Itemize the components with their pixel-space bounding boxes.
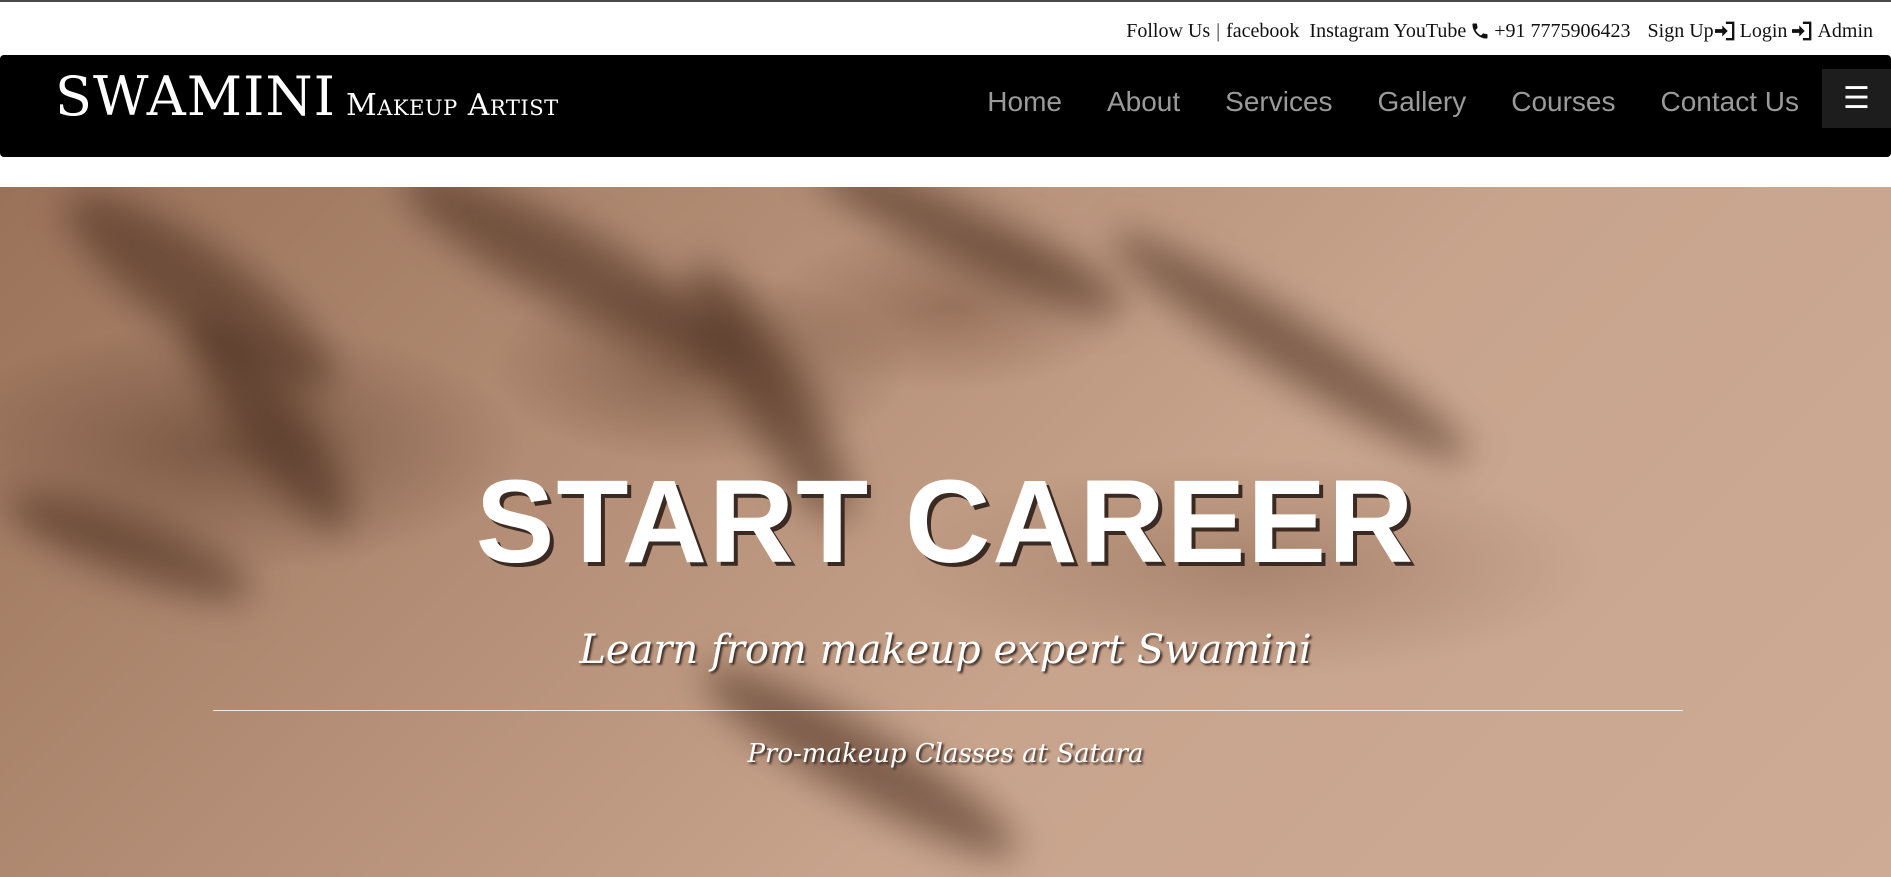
leaf-shadow [803, 187, 1137, 337]
follow-us-label: Follow Us [1126, 19, 1211, 42]
hero-banner: START CAREER Learn from makeup expert Sw… [0, 187, 1891, 877]
brand-tagline: Makeup Artist [346, 88, 559, 123]
facebook-link[interactable]: facebook [1226, 20, 1299, 43]
hero-tagline: Pro-makeup Classes at Satara [747, 739, 1144, 769]
separator: | [1216, 19, 1221, 42]
brand-logo[interactable]: SWAMINI Makeup Artist [55, 65, 559, 128]
sign-in-icon[interactable] [1714, 21, 1736, 41]
hamburger-icon[interactable]: ☰ [1822, 69, 1891, 128]
sign-in-icon[interactable] [1791, 21, 1813, 41]
hero-title: START CAREER [475, 456, 1416, 588]
admin-link[interactable]: Admin [1817, 20, 1873, 43]
hero-divider [213, 710, 1683, 711]
leaf-shadow [43, 187, 357, 421]
nav-item-services[interactable]: Services [1225, 86, 1332, 118]
top-border [0, 0, 1891, 2]
leaf-shadow [1096, 210, 1484, 484]
nav-item-home[interactable]: Home [987, 86, 1062, 118]
nav-item-gallery[interactable]: Gallery [1378, 86, 1467, 118]
instagram-link[interactable]: Instagram [1309, 20, 1389, 43]
signup-link[interactable]: Sign Up [1648, 20, 1714, 43]
hero-subtitle: Learn from makeup expert Swamini [579, 627, 1312, 673]
main-navbar: SWAMINI Makeup Artist Home About Services… [0, 55, 1891, 157]
nav-item-about[interactable]: About [1107, 86, 1180, 118]
youtube-link[interactable]: YouTube [1393, 20, 1466, 43]
phone-icon [1470, 21, 1490, 41]
nav-item-courses[interactable]: Courses [1511, 86, 1615, 118]
login-link[interactable]: Login [1740, 20, 1788, 43]
phone-number[interactable]: +91 7775906423 [1494, 20, 1630, 43]
brand-name: SWAMINI [55, 65, 337, 128]
top-utility-bar: Follow Us | facebook Instagram YouTube +… [1126, 17, 1873, 45]
nav-menu: Home About Services Gallery Courses Cont… [942, 77, 1799, 127]
nav-item-contact[interactable]: Contact Us [1661, 86, 1800, 118]
